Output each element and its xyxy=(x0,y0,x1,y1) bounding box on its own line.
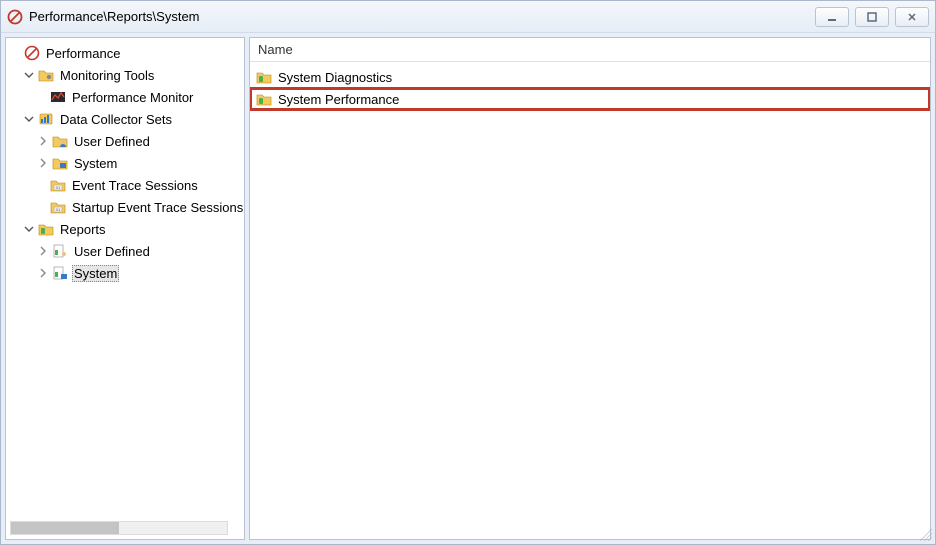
scrollbar-thumb[interactable] xyxy=(11,522,119,534)
app-icon xyxy=(7,9,23,25)
tree-item-performance-monitor[interactable]: Performance Monitor xyxy=(8,86,245,108)
tree-item-data-collector-sets[interactable]: Data Collector Sets xyxy=(8,108,245,130)
column-header-name[interactable]: Name xyxy=(250,38,930,62)
resize-grip-icon[interactable] xyxy=(918,527,932,541)
window-body: Performance Monitoring Tools xyxy=(1,33,935,544)
reports-user-icon xyxy=(52,243,68,259)
data-collector-icon xyxy=(38,111,54,127)
trace-folder-icon: 01 xyxy=(50,177,66,193)
list-item[interactable]: System Diagnostics xyxy=(250,66,930,88)
maximize-button[interactable] xyxy=(855,7,889,27)
expander-icon[interactable] xyxy=(36,266,50,280)
horizontal-scrollbar[interactable] xyxy=(10,521,228,535)
tree-label: Performance Monitor xyxy=(70,90,195,105)
window-controls xyxy=(815,7,929,27)
tree-item-reports[interactable]: Reports xyxy=(8,218,245,240)
tree: Performance Monitoring Tools xyxy=(6,38,245,288)
expander-icon[interactable] xyxy=(22,222,36,236)
titlebar: Performance\Reports\System xyxy=(1,1,935,33)
list-body: System Diagnostics System Performance xyxy=(250,62,930,114)
trace-folder-icon: 01 xyxy=(50,199,66,215)
tree-item-dcs-user-defined[interactable]: User Defined xyxy=(8,130,245,152)
tree-label: Startup Event Trace Sessions xyxy=(70,200,245,215)
perfmon-icon xyxy=(50,89,66,105)
tree-label: User Defined xyxy=(72,134,152,149)
column-header-label: Name xyxy=(258,42,293,57)
tree-label: Event Trace Sessions xyxy=(70,178,200,193)
user-folder-icon xyxy=(52,133,68,149)
expander-icon[interactable] xyxy=(36,134,50,148)
expander-icon[interactable] xyxy=(36,244,50,258)
report-folder-icon xyxy=(256,69,272,85)
list-item[interactable]: System Performance xyxy=(250,88,930,110)
system-folder-icon xyxy=(52,155,68,171)
tree-label: Data Collector Sets xyxy=(58,112,174,127)
tree-item-monitoring-tools[interactable]: Monitoring Tools xyxy=(8,64,245,86)
svg-text:01: 01 xyxy=(56,207,61,212)
report-folder-icon xyxy=(256,91,272,107)
minimize-button[interactable] xyxy=(815,7,849,27)
tree-item-startup-event-trace-sessions[interactable]: 01 Startup Event Trace Sessions xyxy=(8,196,245,218)
window-title: Performance\Reports\System xyxy=(29,9,815,24)
window: Performance\Reports\System Performan xyxy=(0,0,936,545)
tree-label: System xyxy=(72,265,119,282)
list-item-label: System Performance xyxy=(276,92,401,107)
tree-item-event-trace-sessions[interactable]: 01 Event Trace Sessions xyxy=(8,174,245,196)
expander-placeholder xyxy=(8,46,22,60)
tree-label: Monitoring Tools xyxy=(58,68,156,83)
tree-pane: Performance Monitoring Tools xyxy=(5,37,245,540)
tree-item-dcs-system[interactable]: System xyxy=(8,152,245,174)
performance-icon xyxy=(24,45,40,61)
close-button[interactable] xyxy=(895,7,929,27)
tree-item-performance[interactable]: Performance xyxy=(8,42,245,64)
list-item-label: System Diagnostics xyxy=(276,70,394,85)
tree-label: User Defined xyxy=(72,244,152,259)
tree-label: System xyxy=(72,156,119,171)
list-pane: Name System Diagnostics System Performanc… xyxy=(249,37,931,540)
reports-system-icon xyxy=(52,265,68,281)
folder-gear-icon xyxy=(38,67,54,83)
expander-icon[interactable] xyxy=(22,112,36,126)
reports-icon xyxy=(38,221,54,237)
tree-label: Performance xyxy=(44,46,122,61)
tree-label: Reports xyxy=(58,222,108,237)
expander-icon[interactable] xyxy=(22,68,36,82)
svg-text:01: 01 xyxy=(56,185,61,190)
expander-icon[interactable] xyxy=(36,156,50,170)
tree-item-reports-user-defined[interactable]: User Defined xyxy=(8,240,245,262)
tree-item-reports-system[interactable]: System xyxy=(8,262,245,284)
